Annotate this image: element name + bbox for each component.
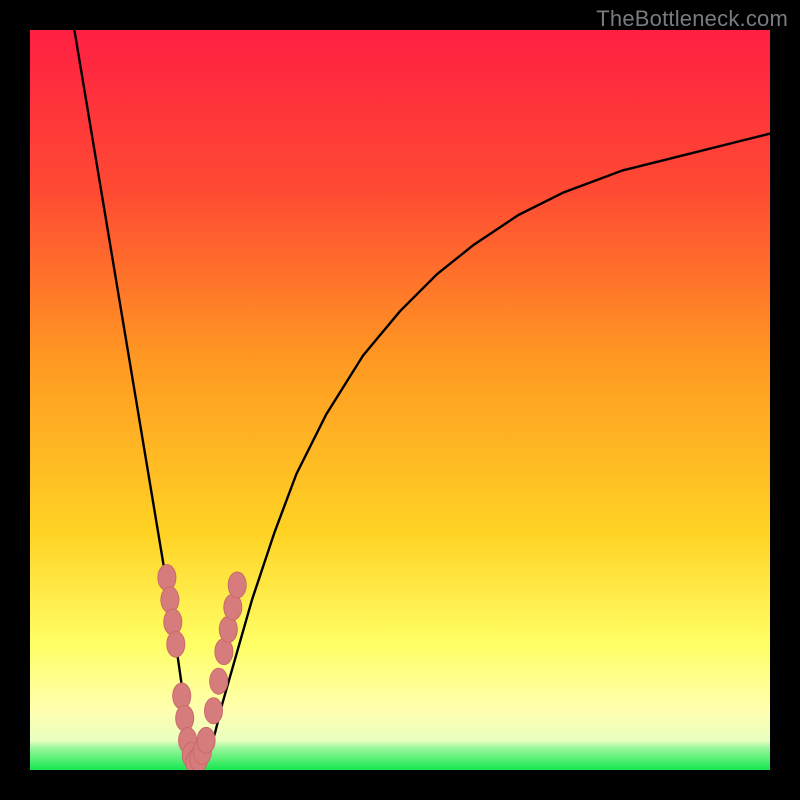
chart-frame: TheBottleneck.com [0, 0, 800, 800]
plot-area [30, 30, 770, 770]
data-marker [176, 705, 194, 731]
data-marker [161, 587, 179, 613]
data-marker [210, 668, 228, 694]
plot-svg [30, 30, 770, 770]
data-marker [173, 683, 191, 709]
watermark-text: TheBottleneck.com [596, 6, 788, 32]
gradient-background [30, 30, 770, 770]
data-marker [164, 609, 182, 635]
data-marker [228, 572, 246, 598]
data-marker [197, 727, 215, 753]
data-marker [167, 631, 185, 657]
data-marker [205, 698, 223, 724]
data-marker [158, 565, 176, 591]
